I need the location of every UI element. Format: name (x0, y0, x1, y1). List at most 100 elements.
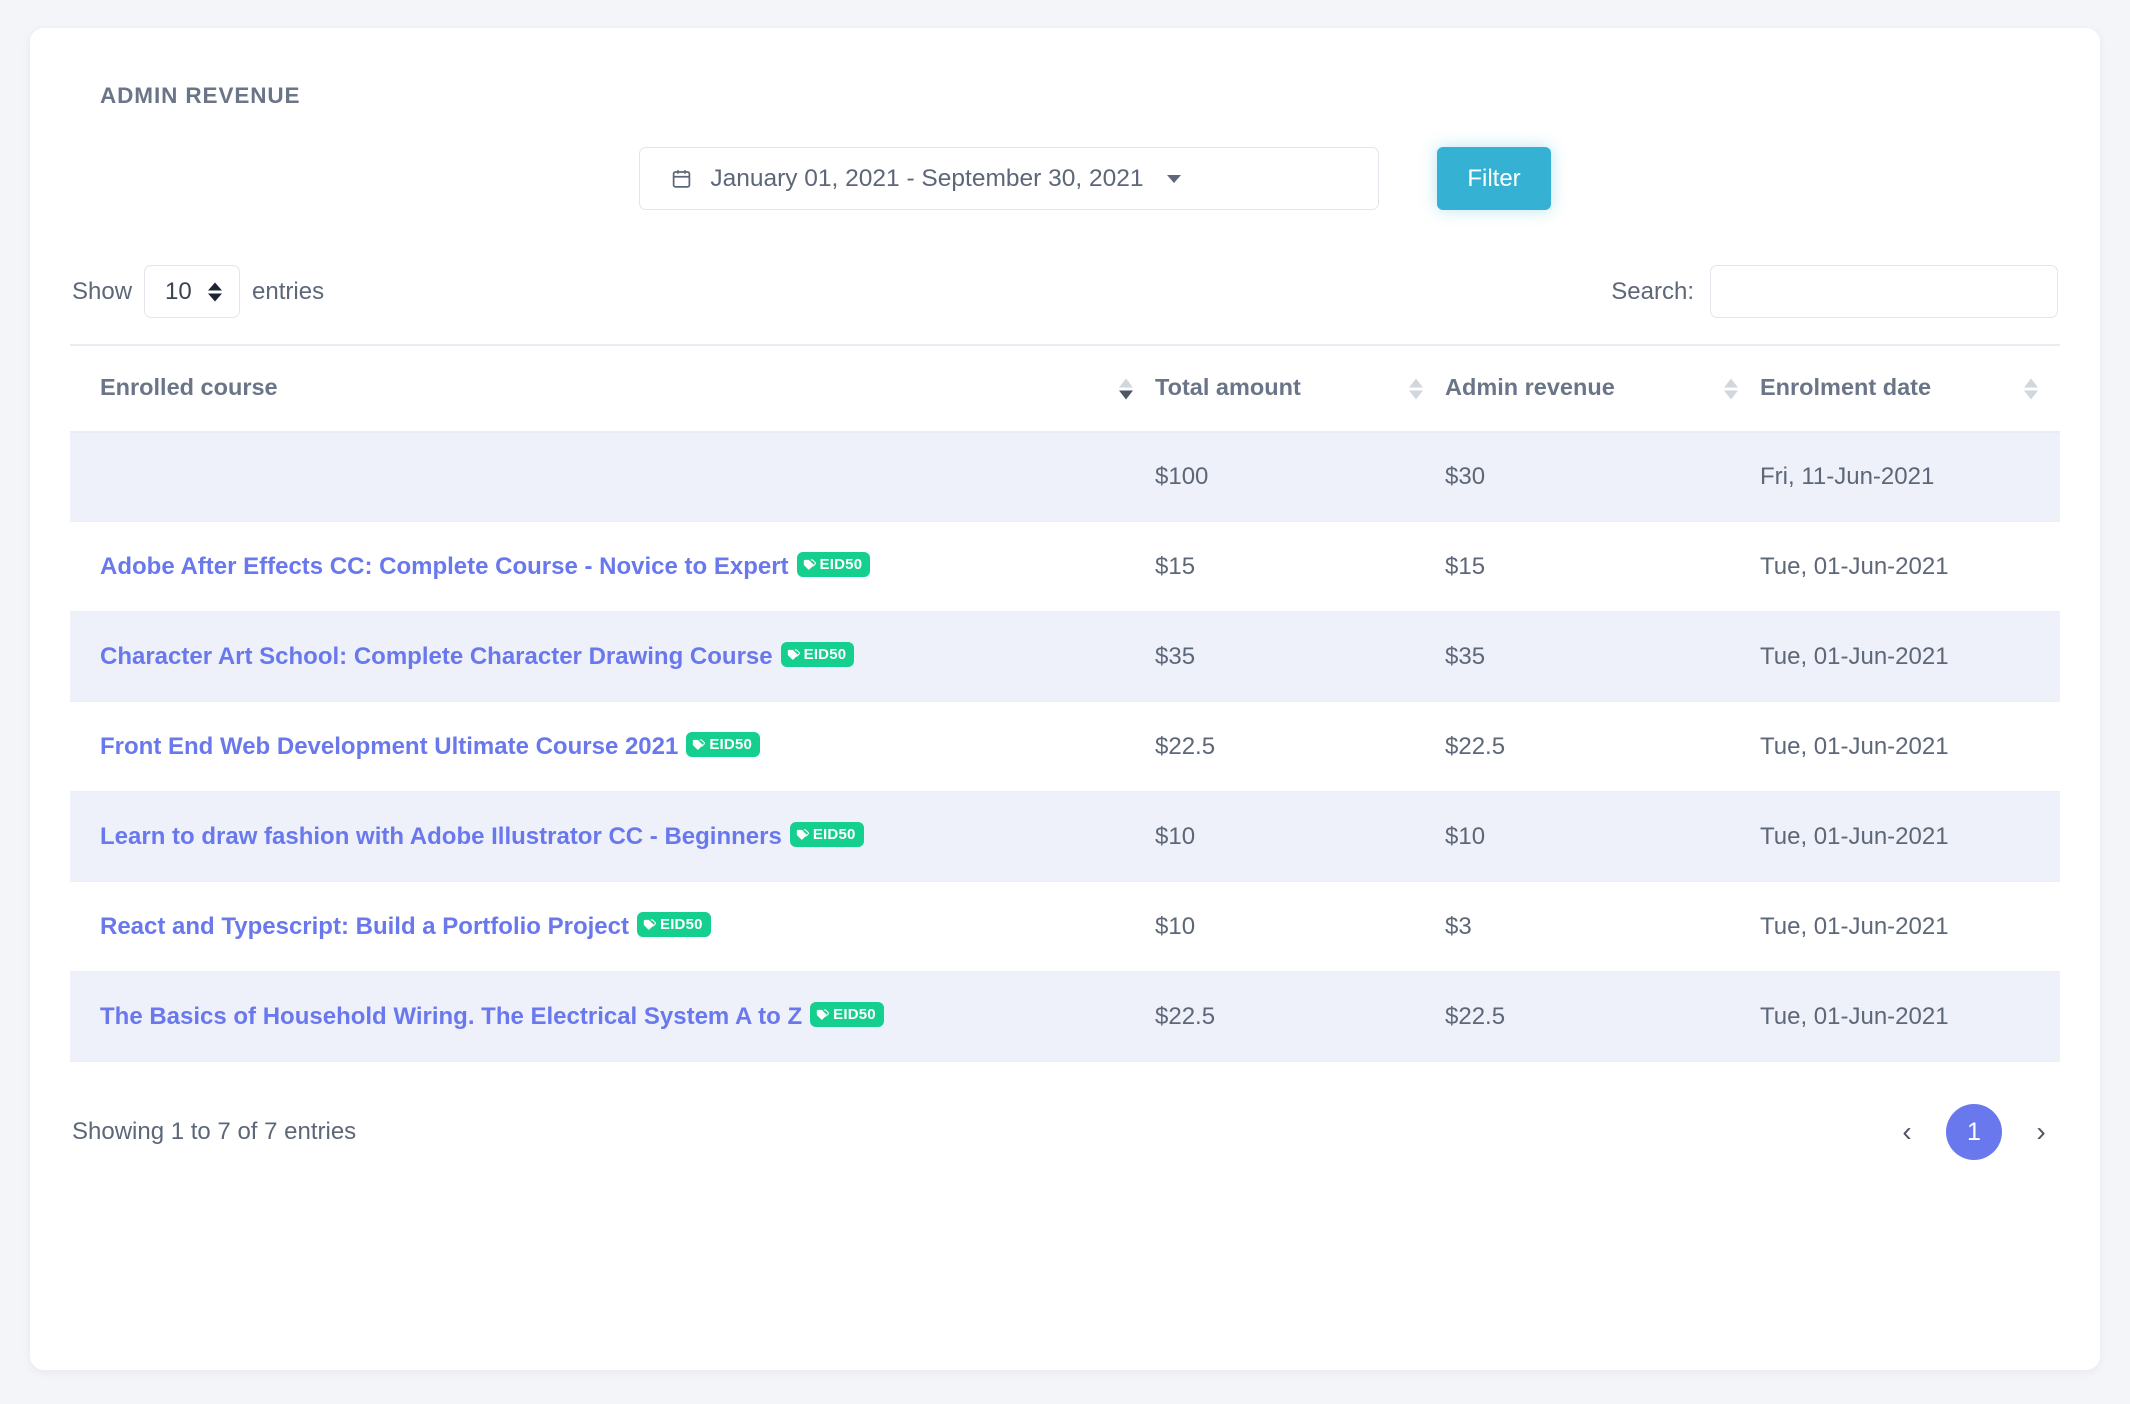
cell-admin-revenue: $22.5 (1445, 971, 1760, 1062)
spinner-icon (208, 282, 223, 301)
cell-total-amount: $10 (1155, 881, 1445, 972)
eid-badge: EID50 (686, 732, 761, 757)
table-row: React and Typescript: Build a Portfolio … (70, 881, 2060, 972)
column-label: Enrolled course (100, 374, 278, 400)
cell-admin-revenue: $10 (1445, 791, 1760, 882)
cell-enrolled-course (70, 432, 1155, 522)
eid-badge-label: EID50 (812, 826, 856, 843)
calendar-icon (670, 168, 692, 190)
eid-badge-label: EID50 (819, 556, 863, 573)
admin-revenue-table: Enrolled course Total amount Admin reven… (70, 344, 2060, 1062)
cell-enrolled-course: Learn to draw fashion with Adobe Illustr… (70, 791, 1155, 882)
table-header-row: Enrolled course Total amount Admin reven… (70, 344, 2060, 433)
table-body: $100 $30 Fri, 11-Jun-2021 Adobe After Effec… (70, 432, 2060, 1062)
eid-badge: EID50 (636, 912, 711, 937)
course-link[interactable]: Front End Web Development Ultimate Cours… (100, 733, 678, 760)
pagination: ‹ 1 › (1890, 1104, 2058, 1160)
course-link[interactable]: React and Typescript: Build a Portfolio … (100, 913, 629, 940)
cell-enrolment-date: Tue, 01-Jun-2021 (1760, 521, 2060, 612)
table-row: $100 $30 Fri, 11-Jun-2021 (70, 432, 2060, 522)
cell-admin-revenue: $3 (1445, 881, 1760, 972)
eid-badge-label: EID50 (659, 916, 703, 933)
cell-total-amount: $35 (1155, 611, 1445, 702)
column-label: Enrolment date (1760, 374, 1932, 400)
column-header-enrolled-course[interactable]: Enrolled course (70, 344, 1155, 433)
sort-icon[interactable] (2024, 378, 2038, 399)
table-row: Character Art School: Complete Character… (70, 611, 2060, 702)
entries-label: entries (252, 277, 325, 305)
showing-entries-info: Showing 1 to 7 of 7 entries (72, 1118, 357, 1145)
cell-enrolment-date: Tue, 01-Jun-2021 (1760, 791, 2060, 882)
eid-badge: EID50 (796, 552, 871, 577)
cell-enrolled-course: Adobe After Effects CC: Complete Course … (70, 521, 1155, 612)
column-header-admin-revenue[interactable]: Admin revenue (1445, 344, 1760, 433)
filter-toolbar: January 01, 2021 - September 30, 2021 Fi… (70, 147, 2060, 210)
show-label: Show (72, 277, 133, 305)
column-header-enrolment-date[interactable]: Enrolment date (1760, 344, 2060, 433)
sort-icon[interactable] (1119, 378, 1133, 399)
cell-admin-revenue: $15 (1445, 521, 1760, 612)
pagination-previous-icon[interactable]: ‹ (1890, 1115, 1924, 1149)
course-link[interactable]: Character Art School: Complete Character… (100, 643, 773, 670)
cell-admin-revenue: $22.5 (1445, 701, 1760, 792)
tag-icon (796, 828, 809, 841)
table-row: The Basics of Household Wiring. The Elec… (70, 971, 2060, 1062)
cell-total-amount: $22.5 (1155, 701, 1445, 792)
cell-enrolment-date: Tue, 01-Jun-2021 (1760, 971, 2060, 1062)
table-footer: Showing 1 to 7 of 7 entries ‹ 1 › (70, 1104, 2060, 1160)
tag-icon (787, 648, 800, 661)
cell-enrolment-date: Tue, 01-Jun-2021 (1760, 881, 2060, 972)
pagination-page-1[interactable]: 1 (1946, 1104, 2002, 1160)
tag-icon (803, 558, 816, 571)
tag-icon (643, 918, 656, 931)
sort-icon[interactable] (1409, 378, 1423, 399)
page-length-select[interactable]: 10 (144, 265, 241, 318)
cell-total-amount: $100 (1155, 432, 1445, 522)
cell-admin-revenue: $35 (1445, 611, 1760, 702)
cell-admin-revenue: $30 (1445, 432, 1760, 522)
cell-enrolled-course: Front End Web Development Ultimate Cours… (70, 701, 1155, 792)
course-link[interactable]: Learn to draw fashion with Adobe Illustr… (100, 823, 782, 850)
eid-badge-label: EID50 (709, 736, 753, 753)
course-link[interactable]: The Basics of Household Wiring. The Elec… (100, 1003, 802, 1030)
date-range-text: January 01, 2021 - September 30, 2021 (710, 164, 1144, 192)
cell-enrolled-course: Character Art School: Complete Character… (70, 611, 1155, 702)
eid-badge-label: EID50 (803, 646, 847, 663)
page-length-value: 10 (165, 277, 192, 305)
search-control: Search: (1611, 265, 2058, 318)
cell-enrolled-course: The Basics of Household Wiring. The Elec… (70, 971, 1155, 1062)
eid-badge: EID50 (789, 822, 864, 847)
column-header-total-amount[interactable]: Total amount (1155, 344, 1445, 433)
search-input[interactable] (1710, 265, 2058, 318)
admin-revenue-card: ADMIN REVENUE January 01, 2021 - Septemb… (30, 28, 2100, 1370)
page-title: ADMIN REVENUE (100, 83, 301, 108)
eid-badge: EID50 (780, 642, 855, 667)
table-row: Learn to draw fashion with Adobe Illustr… (70, 791, 2060, 882)
chevron-down-icon (1167, 174, 1182, 183)
cell-enrolment-date: Fri, 11-Jun-2021 (1760, 432, 2060, 522)
table-controls: Show 10 entries Search: (70, 265, 2060, 318)
table-row: Front End Web Development Ultimate Cours… (70, 701, 2060, 792)
date-range-picker[interactable]: January 01, 2021 - September 30, 2021 (639, 147, 1380, 210)
search-label: Search: (1611, 277, 1694, 305)
table-head: Enrolled course Total amount Admin reven… (70, 344, 2060, 433)
column-label: Total amount (1155, 374, 1301, 400)
cell-enrolment-date: Tue, 01-Jun-2021 (1760, 611, 2060, 702)
filter-button[interactable]: Filter (1437, 147, 1551, 210)
tag-icon (816, 1008, 830, 1021)
cell-total-amount: $15 (1155, 521, 1445, 612)
table-row: Adobe After Effects CC: Complete Course … (70, 521, 2060, 612)
cell-total-amount: $10 (1155, 791, 1445, 882)
cell-enrolled-course: React and Typescript: Build a Portfolio … (70, 881, 1155, 972)
column-label: Admin revenue (1445, 374, 1615, 400)
cell-total-amount: $22.5 (1155, 971, 1445, 1062)
course-link[interactable]: Adobe After Effects CC: Complete Course … (100, 553, 789, 580)
sort-icon[interactable] (1724, 378, 1738, 399)
page-background: ADMIN REVENUE January 01, 2021 - Septemb… (0, 0, 2130, 1404)
show-entries-control: Show 10 entries (72, 265, 324, 318)
eid-badge-label: EID50 (833, 1006, 876, 1023)
eid-badge: EID50 (810, 1002, 884, 1027)
tag-icon (692, 738, 706, 751)
cell-enrolment-date: Tue, 01-Jun-2021 (1760, 701, 2060, 792)
pagination-next-icon[interactable]: › (2024, 1115, 2058, 1149)
